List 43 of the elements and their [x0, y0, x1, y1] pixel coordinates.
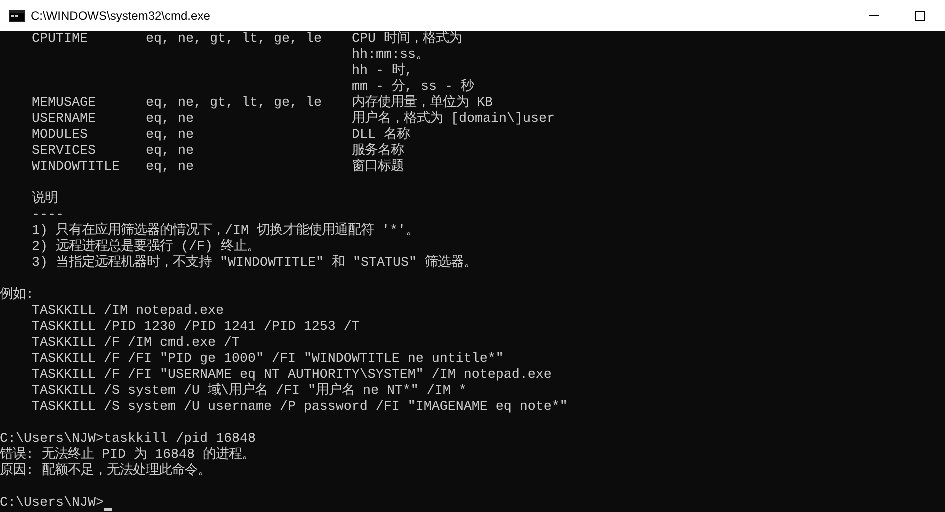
filter-name: MEMUSAGE: [31, 96, 97, 112]
filter-description: mm - 分, ss - 秒: [352, 80, 476, 95]
filter-name: WINDOWTITLE: [31, 160, 121, 176]
example-command: TASKKILL /F /FI "USERNAME eq NT AUTHORITY\SYSTEM" /IM notepad.exe: [32, 368, 553, 383]
window-title: C:\WINDOWS\system32\cmd.exe: [31, 8, 210, 24]
error-output: 错误: 无法终止 PID 为 16848 的进程。: [0, 448, 256, 463]
filter-name: CPUTIME: [31, 32, 89, 48]
example-command: TASKKILL /PID 1230 /PID 1241 /PID 1253 /T: [32, 320, 361, 336]
minimize-icon: [869, 15, 879, 16]
filter-name: USERNAME: [31, 112, 97, 128]
example-command: TASKKILL /F /FI "PID ge 1000" /FI "WINDOWTITLE ne untitle*": [32, 352, 505, 368]
filter-operators: eq, ne: [146, 128, 195, 144]
filter-operators: eq, ne: [146, 160, 195, 176]
prompt: C:\Users\NJW>: [0, 496, 104, 512]
console-app-icon: [9, 10, 25, 22]
filter-description: 窗口标题: [352, 160, 405, 176]
note-line: 1) 只有在应用筛选器的情况下，/IM 切换才能使用通配符 '*'。: [32, 224, 420, 239]
filter-description: DLL 名称: [352, 128, 411, 143]
example-command: TASKKILL /F /IM cmd.exe /T: [32, 336, 241, 352]
filter-operators: eq, ne, gt, lt, ge, le: [146, 32, 323, 48]
filter-description: 服务名称: [352, 144, 405, 159]
notes-rule: ----: [32, 208, 65, 223]
filter-description: hh - 时,: [352, 64, 414, 79]
example-command: TASKKILL /IM notepad.exe: [32, 304, 225, 320]
example-command: TASKKILL /S system /U username /P password /FI "IMAGENAME eq note*": [32, 400, 569, 416]
filter-name: SERVICES: [31, 144, 97, 160]
filter-description: 用户名，格式为 [domain\]user: [352, 112, 556, 127]
filter-operators: eq, ne: [146, 112, 195, 128]
note-line: 3) 当指定远程机器时，不支持 "WINDOWTITLE" 和 "STATUS" 筛选器。: [32, 256, 478, 272]
filter-operators: eq, ne, gt, lt, ge, le: [146, 96, 323, 112]
maximize-icon: [915, 10, 925, 20]
note-line: 2) 远程进程总是要强行 (/F) 终止。: [32, 240, 261, 255]
example-command: TASKKILL /S system /U 域\用户名 /FI "用户名 ne NT*" /IM *: [32, 384, 468, 400]
filter-description: hh:mm:ss。: [352, 48, 430, 63]
examples-heading: 例如:: [0, 288, 35, 304]
filter-description: 内存使用量，单位为 KB: [352, 96, 494, 111]
filter-name: MODULES: [31, 128, 89, 144]
filter-description: CPU 时间，格式为: [352, 32, 463, 48]
text-cursor: [104, 508, 112, 511]
command-line: C:\Users\NJW>taskkill /pid 16848: [0, 432, 257, 447]
error-output: 原因: 配额不足，无法处理此命令。: [0, 464, 212, 480]
notes-heading: 说明: [32, 192, 59, 208]
filter-operators: eq, ne: [146, 144, 195, 160]
